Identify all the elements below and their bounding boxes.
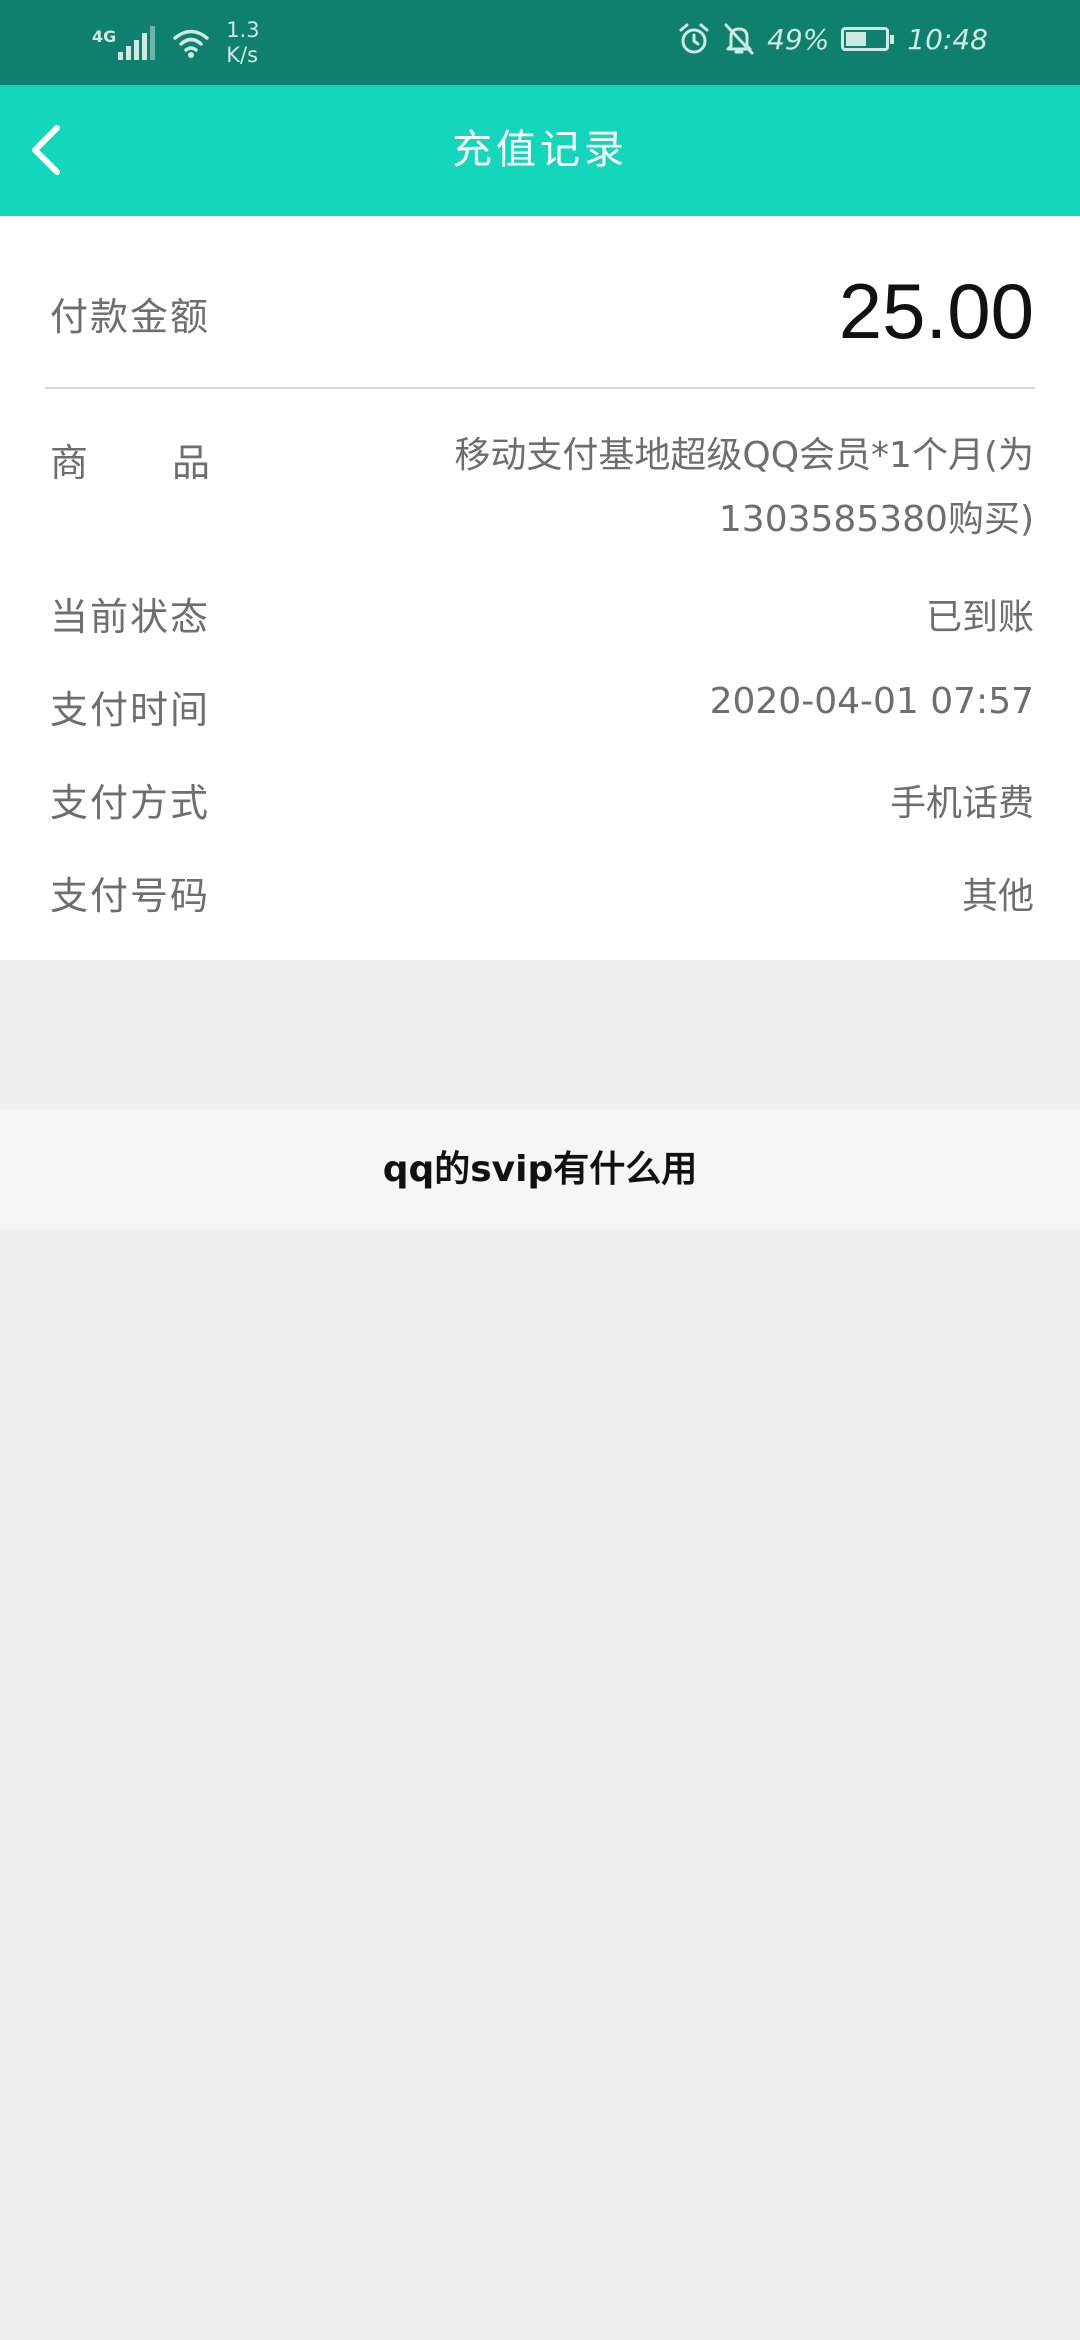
pay-time-value: 2020-04-01 07:57 <box>709 681 1034 722</box>
pay-number-value: 其他 <box>961 876 1034 917</box>
product-label: 商 品 <box>50 432 210 487</box>
status-bar: 4G 1.3 K/s 49% 10:48 <box>0 0 1080 85</box>
footer-title-bar: qq的svip有什么用 <box>0 1110 1080 1230</box>
wifi-icon <box>173 29 210 58</box>
product-label-left: 商 <box>50 441 89 485</box>
amount-label: 付款金额 <box>50 295 211 339</box>
product-label-right: 品 <box>171 441 210 485</box>
pay-method-value: 手机话费 <box>889 783 1034 824</box>
recharge-record-card: 付款金额 25.00 商 品 移动支付基地超级QQ会员*1个月(为1303585… <box>0 216 1080 960</box>
speed-unit: K/s <box>226 43 259 67</box>
network-speed: 1.3 K/s <box>226 18 259 68</box>
battery-percent: 49% <box>767 22 830 56</box>
speed-value: 1.3 <box>226 18 260 42</box>
pay-method-label: 支付方式 <box>50 781 211 825</box>
footer-title: qq的svip有什么用 <box>382 1149 698 1190</box>
amount-value: 25.00 <box>838 267 1034 355</box>
page-title: 充值记录 <box>452 127 628 173</box>
amount-row: 付款金额 25.00 <box>0 216 1080 387</box>
battery-icon <box>841 27 895 51</box>
mute-bell-icon <box>724 23 754 55</box>
network-type: 4G <box>92 26 117 46</box>
status-left: 4G 1.3 K/s <box>92 18 260 68</box>
alarm-icon <box>679 23 709 54</box>
product-value: 移动支付基地超级QQ会员*1个月(为1303585380购买) <box>454 435 1034 540</box>
divider <box>45 387 1035 389</box>
status-right: 49% 10:48 <box>665 22 988 56</box>
title-bar: 充值记录 <box>0 85 1080 216</box>
status-label: 当前状态 <box>50 595 211 639</box>
clock-time: 10:48 <box>907 22 988 56</box>
pay-time-label: 支付时间 <box>50 688 211 732</box>
status-value: 已到账 <box>925 597 1034 638</box>
pay-number-label: 支付号码 <box>50 874 211 918</box>
signal-icon <box>118 26 158 60</box>
